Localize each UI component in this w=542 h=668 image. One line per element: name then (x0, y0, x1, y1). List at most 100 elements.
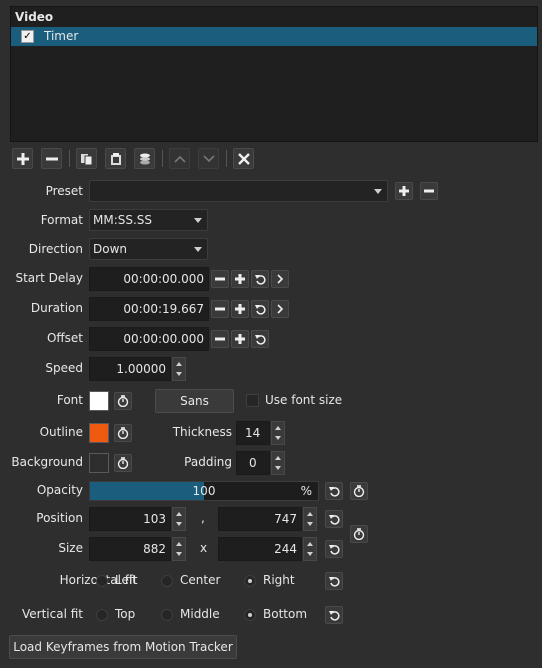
chevron-right-icon (277, 274, 284, 284)
size-height-spinner[interactable] (303, 537, 317, 561)
remove-icon (215, 277, 225, 281)
offset-reset-button[interactable] (251, 330, 269, 348)
horizontal-fit-right-label: Right (263, 573, 295, 587)
add-filter-button[interactable] (12, 148, 33, 169)
padding-input[interactable]: 0 (236, 451, 270, 475)
background-color-swatch[interactable] (89, 453, 109, 473)
duration-set-button[interactable] (271, 300, 289, 318)
duration-decrement-button[interactable] (211, 300, 229, 318)
undo-icon (254, 334, 266, 345)
background-keyframes-button[interactable] (114, 454, 132, 472)
undo-icon (328, 610, 340, 621)
move-down-icon (202, 154, 215, 162)
size-height-input[interactable]: 244 (218, 537, 302, 561)
add-icon (399, 186, 409, 196)
horizontal-fit-center-radio[interactable] (161, 575, 173, 587)
horizontal-fit-reset-button[interactable] (325, 572, 343, 590)
speed-label: Speed (45, 361, 83, 375)
remove-filter-button[interactable] (41, 148, 62, 169)
filter-item-timer[interactable]: ✓ Timer (11, 27, 537, 46)
stopwatch-icon (117, 427, 129, 439)
position-separator: , (201, 511, 205, 525)
stopwatch-icon (353, 528, 365, 540)
copy-filter-button[interactable] (76, 148, 97, 169)
size-width-spinner[interactable] (172, 537, 186, 561)
remove-icon (215, 337, 225, 341)
font-keyframes-button[interactable] (114, 392, 132, 410)
load-keyframes-button[interactable]: Load Keyframes from Motion Tracker (9, 635, 237, 659)
opacity-reset-button[interactable] (325, 482, 343, 500)
padding-spinner[interactable] (271, 451, 285, 475)
start-delay-input[interactable]: 00:00:00.000 (89, 267, 209, 291)
direction-combo[interactable]: Down (89, 238, 208, 260)
start-delay-decrement-button[interactable] (211, 270, 229, 288)
rect-keyframes-button[interactable] (350, 525, 368, 543)
start-delay-set-button[interactable] (271, 270, 289, 288)
deselect-filter-button[interactable] (233, 148, 254, 169)
filter-enabled-checkbox[interactable]: ✓ (21, 30, 34, 43)
opacity-unit: % (300, 484, 312, 498)
vertical-fit-reset-button[interactable] (325, 606, 343, 624)
position-y-spinner[interactable] (303, 507, 317, 531)
duration-input[interactable]: 00:00:19.667 (89, 297, 209, 321)
duration-increment-button[interactable] (231, 300, 249, 318)
vertical-fit-bottom-radio[interactable] (244, 609, 256, 621)
vertical-fit-middle-radio[interactable] (161, 609, 173, 621)
outline-color-swatch[interactable] (89, 423, 109, 443)
offset-decrement-button[interactable] (211, 330, 229, 348)
move-down-button[interactable] (198, 148, 219, 169)
vertical-fit-top-radio[interactable] (96, 609, 108, 621)
undo-icon (328, 576, 340, 587)
chevron-down-icon (194, 247, 202, 252)
font-color-swatch[interactable] (89, 391, 109, 411)
speed-input[interactable]: 1.00000 (89, 357, 171, 381)
duration-label: Duration (30, 301, 83, 315)
vertical-fit-top-label: Top (115, 607, 136, 621)
preset-combo[interactable] (89, 180, 388, 202)
filter-list[interactable]: Video ✓ Timer (10, 6, 538, 142)
thickness-spinner[interactable] (271, 421, 285, 445)
opacity-keyframes-button[interactable] (350, 482, 368, 500)
save-preset-button[interactable] (395, 182, 413, 200)
size-separator: x (200, 541, 208, 555)
add-icon (235, 274, 245, 284)
position-y-input[interactable]: 747 (218, 507, 302, 531)
size-width-input[interactable]: 882 (89, 537, 171, 561)
position-x-input[interactable]: 103 (89, 507, 171, 531)
opacity-value: 100 (192, 484, 216, 498)
font-select-button[interactable]: Sans (155, 389, 234, 413)
opacity-slider[interactable]: 100 % (89, 481, 319, 501)
paste-filter-button[interactable] (105, 148, 126, 169)
stopwatch-icon (117, 395, 129, 407)
offset-increment-button[interactable] (231, 330, 249, 348)
remove-icon (424, 189, 434, 193)
delete-preset-button[interactable] (420, 182, 438, 200)
thickness-input[interactable]: 14 (236, 421, 270, 445)
start-delay-reset-button[interactable] (251, 270, 269, 288)
format-value: MM:SS.SS (93, 213, 153, 227)
undo-icon (328, 486, 340, 497)
size-label: Size (58, 541, 83, 555)
format-label: Format (40, 213, 83, 227)
outline-keyframes-button[interactable] (114, 424, 132, 442)
position-reset-button[interactable] (325, 510, 343, 528)
opacity-label: Opacity (36, 483, 83, 497)
size-reset-button[interactable] (325, 540, 343, 558)
offset-label: Offset (46, 331, 83, 345)
stopwatch-icon (117, 457, 129, 469)
speed-spinner[interactable] (172, 357, 186, 381)
start-delay-increment-button[interactable] (231, 270, 249, 288)
move-up-button[interactable] (169, 148, 190, 169)
vertical-fit-label: Vertical fit (22, 607, 83, 621)
offset-input[interactable]: 00:00:00.000 (89, 327, 209, 351)
position-x-spinner[interactable] (172, 507, 186, 531)
horizontal-fit-right-radio[interactable] (244, 575, 256, 587)
horizontal-fit-left-radio[interactable] (96, 575, 108, 587)
toolbar-separator (226, 150, 227, 167)
duration-reset-button[interactable] (251, 300, 269, 318)
use-font-size-checkbox[interactable] (246, 394, 259, 407)
start-delay-label: Start Delay (15, 271, 83, 285)
copy-icon (80, 153, 92, 165)
format-combo[interactable]: MM:SS.SS (89, 209, 208, 231)
save-preset-stack-button[interactable] (134, 148, 155, 169)
